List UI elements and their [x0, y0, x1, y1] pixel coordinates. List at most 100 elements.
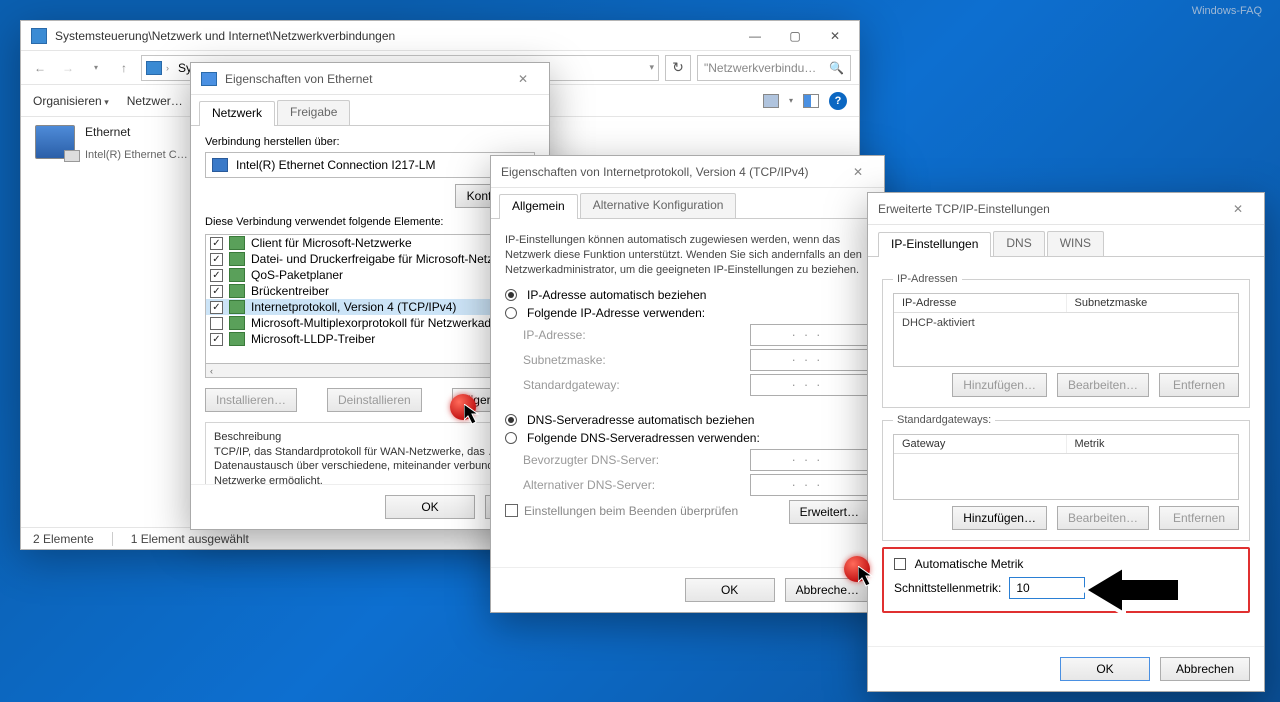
up-button[interactable]: ↑: [113, 57, 135, 79]
close-button[interactable]: ✕: [815, 22, 855, 50]
uninstall-button[interactable]: Deinstallieren: [327, 388, 422, 412]
protocol-icon: [229, 284, 245, 298]
description-text: TCP/IP, das Standardprotokoll für WAN-Ne…: [214, 445, 526, 488]
chevron-down-icon[interactable]: ▾: [789, 96, 793, 105]
col-gateway: Gateway: [894, 435, 1067, 453]
ip-address-table[interactable]: IP-Adresse Subnetzmaske DHCP-aktiviert: [893, 293, 1239, 367]
chevron-down-icon[interactable]: ▾: [649, 62, 654, 73]
components-list[interactable]: ✓ Client für Microsoft-Netzwerke ✓ Datei- u…: [205, 234, 535, 364]
subnet-label: Subnetzmaske:: [523, 353, 606, 367]
radio-use-dns[interactable]: Folgende DNS-Serveradressen verwenden:: [505, 431, 870, 445]
dialog-title: Eigenschaften von Internetprotokoll, Ver…: [501, 165, 809, 179]
edit-gateway-button[interactable]: Bearbeiten…: [1057, 506, 1149, 530]
tab-wins[interactable]: WINS: [1047, 231, 1104, 256]
cancel-button[interactable]: Abbreche…: [785, 578, 870, 602]
organize-menu[interactable]: Organisieren: [33, 94, 109, 108]
close-button[interactable]: ✕: [507, 65, 539, 93]
component-label: QoS-Paketplaner: [251, 268, 343, 282]
remove-gateway-button[interactable]: Entfernen: [1159, 506, 1239, 530]
component-item[interactable]: ✓Microsoft-LLDP-Treiber: [206, 331, 534, 347]
view-options-icon[interactable]: [763, 94, 779, 108]
forward-button[interactable]: →: [57, 57, 79, 79]
radio-icon: [505, 289, 517, 301]
group-label: Standardgateways:: [893, 414, 995, 426]
component-item[interactable]: ✓ QoS-Paketplaner: [206, 267, 534, 283]
tab-sharing[interactable]: Freigabe: [277, 100, 350, 125]
window-title: Systemsteuerung\Netzwerk und Internet\Ne…: [55, 29, 395, 43]
tab-ip-settings[interactable]: IP-Einstellungen: [878, 232, 991, 257]
gateway-label: Standardgateway:: [523, 378, 620, 392]
component-label: Datei- und Druckerfreigabe für Microsoft…: [251, 252, 524, 266]
ok-button[interactable]: OK: [1060, 657, 1150, 681]
ok-button[interactable]: OK: [385, 495, 475, 519]
help-button[interactable]: ?: [829, 92, 847, 110]
adapter-item-ethernet[interactable]: Ethernet Intel(R) Ethernet C…: [21, 117, 202, 527]
nic-icon: [212, 158, 228, 172]
advanced-button[interactable]: Erweitert…: [789, 500, 870, 524]
protocol-icon: [229, 332, 245, 346]
auto-metric-label: Automatische Metrik: [915, 557, 1024, 571]
component-item[interactable]: ✓ Datei- und Druckerfreigabe für Microsof…: [206, 251, 534, 267]
checkbox-icon[interactable]: [210, 317, 223, 330]
tab-network[interactable]: Netzwerk: [199, 101, 275, 126]
status-item-count: 2 Elemente: [33, 532, 94, 546]
cmd-network[interactable]: Netzwer…: [127, 94, 183, 108]
group-label: IP-Adressen: [893, 273, 962, 285]
component-item[interactable]: ✓ Brückentreiber: [206, 283, 534, 299]
install-button[interactable]: Installieren…: [205, 388, 297, 412]
auto-metric-checkbox[interactable]: Automatische Metrik: [894, 557, 1238, 571]
checkbox-icon[interactable]: ✓: [210, 285, 223, 298]
dns2-input: ···: [750, 474, 870, 496]
nic-name: Intel(R) Ethernet Connection I217-LM: [236, 158, 435, 172]
preview-pane-icon[interactable]: [803, 94, 819, 108]
component-item[interactable]: Microsoft-Multiplexorprotokoll für Netzw…: [206, 315, 534, 331]
chevron-right-icon: ›: [166, 63, 169, 73]
recent-locations-button[interactable]: ▾: [85, 57, 107, 79]
ip-addresses-group: IP-Adressen IP-Adresse Subnetzmaske DHCP…: [882, 273, 1250, 408]
protocol-icon: [229, 236, 245, 250]
component-label: Client für Microsoft-Netzwerke: [251, 236, 412, 250]
horizontal-scrollbar[interactable]: ‹: [205, 364, 535, 378]
gateway-table[interactable]: Gateway Metrik: [893, 434, 1239, 500]
remove-ip-button[interactable]: Entfernen: [1159, 373, 1239, 397]
checkbox-icon: [894, 558, 906, 570]
component-item[interactable]: ✓ Client für Microsoft-Netzwerke: [206, 235, 534, 251]
metric-highlight-box: Automatische Metrik Schnittstellenmetrik…: [882, 547, 1250, 613]
interface-metric-label: Schnittstellenmetrik:: [894, 581, 1001, 595]
radio-use-ip[interactable]: Folgende IP-Adresse verwenden:: [505, 306, 870, 320]
search-input[interactable]: "Netzwerkverbindu… 🔍: [697, 55, 851, 81]
close-button[interactable]: ✕: [842, 158, 874, 186]
edit-ip-button[interactable]: Bearbeiten…: [1057, 373, 1149, 397]
radio-obtain-dns-auto[interactable]: DNS-Serveradresse automatisch beziehen: [505, 413, 870, 427]
tab-alternate[interactable]: Alternative Konfiguration: [580, 193, 737, 218]
search-icon: 🔍: [829, 61, 844, 75]
back-button[interactable]: ←: [29, 57, 51, 79]
checkbox-icon[interactable]: ✓: [210, 253, 223, 266]
checkbox-icon[interactable]: ✓: [210, 301, 223, 314]
component-label: Internetprotokoll, Version 4 (TCP/IPv4): [251, 300, 456, 314]
description-heading: Beschreibung: [214, 431, 526, 443]
refresh-button[interactable]: ↻: [665, 55, 691, 81]
tab-dns[interactable]: DNS: [993, 231, 1044, 256]
close-button[interactable]: ✕: [1222, 195, 1254, 223]
tab-general[interactable]: Allgemein: [499, 194, 578, 219]
checkbox-icon[interactable]: ✓: [210, 237, 223, 250]
component-label: Brückentreiber: [251, 284, 329, 298]
minimize-button[interactable]: —: [735, 22, 775, 50]
dialog-title: Eigenschaften von Ethernet: [225, 72, 372, 86]
ethernet-adapter-icon: [35, 125, 75, 159]
ip-address-label: IP-Adresse:: [523, 328, 586, 342]
radio-obtain-ip-auto[interactable]: IP-Adresse automatisch beziehen: [505, 288, 870, 302]
checkbox-icon[interactable]: ✓: [210, 269, 223, 282]
cancel-button[interactable]: Abbrechen: [1160, 657, 1250, 681]
checkbox-icon[interactable]: ✓: [210, 333, 223, 346]
radio-icon: [505, 414, 517, 426]
add-ip-button[interactable]: Hinzufügen…: [952, 373, 1047, 397]
nic-field: Intel(R) Ethernet Connection I217-LM: [205, 152, 535, 178]
interface-metric-input[interactable]: [1009, 577, 1085, 599]
ok-button[interactable]: OK: [685, 578, 775, 602]
component-item[interactable]: ✓ Internetprotokoll, Version 4 (TCP/IPv4): [206, 299, 534, 315]
help-text: IP-Einstellungen können automatisch zuge…: [505, 233, 870, 278]
add-gateway-button[interactable]: Hinzufügen…: [952, 506, 1047, 530]
maximize-button[interactable]: ▢: [775, 22, 815, 50]
